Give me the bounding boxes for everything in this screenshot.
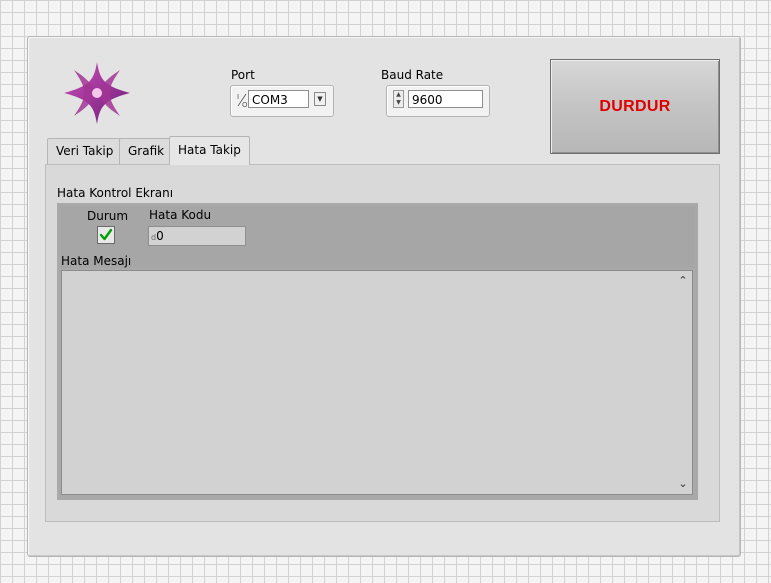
baud-rate-label: Baud Rate <box>381 68 444 82</box>
error-code-label: Hata Kodu <box>149 208 212 222</box>
error-message-scrollbar[interactable]: ⌃ ⌄ <box>674 272 692 493</box>
chevron-down-icon[interactable]: ▼ <box>314 92 326 106</box>
error-code-field: d0 <box>148 226 246 246</box>
scroll-up-icon[interactable]: ⌃ <box>674 275 692 287</box>
error-message-field[interactable] <box>61 270 693 495</box>
error-message-text <box>62 271 692 277</box>
checkmark-icon <box>99 228 113 241</box>
baud-rate-input[interactable]: 9600 <box>408 90 483 108</box>
status-indicator <box>97 226 115 244</box>
port-label: Port <box>231 68 255 82</box>
tab-hata-takip[interactable]: Hata Takip <box>169 136 250 165</box>
svg-text:I: I <box>237 93 239 101</box>
stop-button-label: DURDUR <box>599 97 671 115</box>
error-message-label: Hata Mesajı <box>61 254 132 268</box>
decrement-arrow-icon[interactable]: ▼ <box>394 99 403 107</box>
port-select[interactable]: COM3 <box>248 90 309 108</box>
io-icon: IO <box>236 91 248 109</box>
app-logo <box>62 60 132 126</box>
error-code-value: 0 <box>156 229 164 243</box>
tab-grafik[interactable]: Grafik <box>119 138 174 164</box>
baud-rate-stepper[interactable]: ▲ ▼ <box>393 90 404 108</box>
scroll-down-icon[interactable]: ⌄ <box>674 478 692 490</box>
increment-arrow-icon[interactable]: ▲ <box>394 91 403 99</box>
stop-button[interactable]: DURDUR <box>550 59 720 154</box>
tab-veri-takip[interactable]: Veri Takip <box>47 138 123 164</box>
status-label: Durum <box>87 209 129 223</box>
error-screen-title: Hata Kontrol Ekranı <box>57 186 174 200</box>
